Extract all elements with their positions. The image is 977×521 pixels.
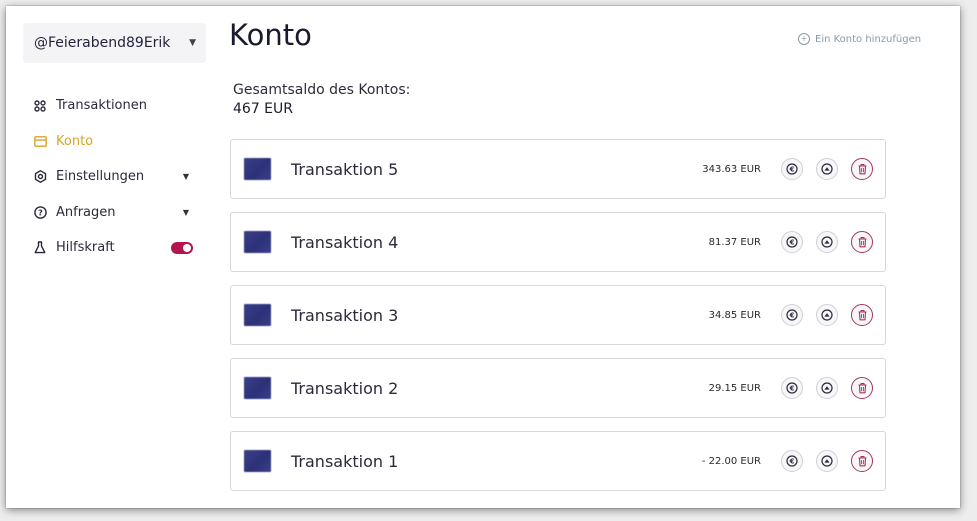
- account-selector[interactable]: @Feierabend89Erik ▼: [23, 23, 206, 63]
- transaction-list: Transaktion 5 343.63 EUR € Transaktion 4…: [230, 139, 886, 504]
- share-button[interactable]: [816, 231, 838, 253]
- delete-button[interactable]: [851, 158, 873, 180]
- account-name: @Feierabend89Erik: [34, 35, 171, 51]
- transaction-amount: 29.15 EUR: [708, 382, 761, 394]
- plus-circle-icon: +: [798, 33, 810, 45]
- transaction-row[interactable]: Transaktion 5 343.63 EUR €: [230, 139, 886, 199]
- sidebar-item-einstellungen[interactable]: Einstellungen ▼: [33, 159, 193, 195]
- transaction-thumbnail: [244, 304, 271, 326]
- sidebar-item-transaktionen[interactable]: Transaktionen: [33, 88, 193, 124]
- share-arrow-icon: [821, 236, 833, 248]
- transaction-row[interactable]: Transaktion 4 81.37 EUR €: [230, 212, 886, 272]
- app-window: @Feierabend89Erik ▼ Transaktionen Konto …: [6, 6, 960, 508]
- sidebar-nav: Transaktionen Konto Einstellungen ▼ ? An…: [33, 88, 193, 266]
- svg-text:€: €: [789, 385, 795, 393]
- trash-icon: [858, 383, 866, 394]
- svg-text:€: €: [789, 312, 795, 320]
- sidebar-item-label: Transaktionen: [56, 98, 147, 114]
- sidebar-item-label: Einstellungen: [56, 169, 145, 185]
- share-button[interactable]: [816, 158, 838, 180]
- transaction-thumbnail: [244, 158, 271, 180]
- sidebar-item-anfragen[interactable]: ? Anfragen ▼: [33, 195, 193, 231]
- add-account-label: Ein Konto hinzufügen: [815, 33, 922, 45]
- svg-text:?: ?: [38, 208, 43, 217]
- transaction-row[interactable]: Transaktion 3 34.85 EUR €: [230, 285, 886, 345]
- chevron-down-icon: ▼: [189, 38, 196, 48]
- account-balance: Gesamtsaldo des Kontos: 467 EUR: [233, 81, 410, 119]
- transaction-row[interactable]: Transaktion 2 29.15 EUR €: [230, 358, 886, 418]
- euro-button[interactable]: €: [781, 158, 803, 180]
- hilfskraft-toggle[interactable]: [171, 241, 193, 254]
- share-button[interactable]: [816, 450, 838, 472]
- transaction-thumbnail: [244, 231, 271, 253]
- euro-button[interactable]: €: [781, 450, 803, 472]
- transaction-name: Transaktion 3: [291, 305, 399, 325]
- euro-button[interactable]: €: [781, 377, 803, 399]
- euro-icon: €: [786, 309, 798, 321]
- transaction-name: Transaktion 5: [291, 159, 399, 179]
- euro-button[interactable]: €: [781, 304, 803, 326]
- svg-text:€: €: [789, 458, 795, 466]
- euro-button[interactable]: €: [781, 231, 803, 253]
- balance-value: 467 EUR: [233, 101, 293, 117]
- share-arrow-icon: [821, 163, 833, 175]
- delete-button[interactable]: [851, 450, 873, 472]
- transaction-name: Transaktion 1: [291, 451, 399, 471]
- transaction-name: Transaktion 2: [291, 378, 399, 398]
- sidebar-item-label: Konto: [56, 133, 94, 149]
- share-arrow-icon: [821, 455, 833, 467]
- add-account-link[interactable]: + Ein Konto hinzufügen: [798, 33, 921, 45]
- svg-text:€: €: [789, 239, 795, 247]
- euro-icon: €: [786, 382, 798, 394]
- transaction-amount: 343.63 EUR: [702, 163, 761, 175]
- transaction-name: Transaktion 4: [291, 232, 399, 252]
- euro-icon: €: [786, 236, 798, 248]
- svg-text:€: €: [789, 166, 795, 174]
- trash-icon: [858, 237, 866, 248]
- question-icon: ?: [33, 205, 47, 219]
- sidebar-item-label: Anfragen: [56, 204, 116, 220]
- euro-icon: €: [786, 163, 798, 175]
- euro-icon: €: [786, 455, 798, 467]
- sidebar-item-konto[interactable]: Konto: [33, 124, 193, 160]
- transaction-amount: 34.85 EUR: [708, 309, 761, 321]
- balance-label: Gesamtsaldo des Kontos:: [233, 82, 411, 98]
- sidebar-item-label: Hilfskraft: [56, 240, 115, 256]
- gear-icon: [33, 170, 47, 184]
- transaction-thumbnail: [244, 377, 271, 399]
- delete-button[interactable]: [851, 304, 873, 326]
- card-icon: [33, 134, 47, 148]
- page-title: Konto: [229, 18, 312, 52]
- share-arrow-icon: [821, 382, 833, 394]
- transaction-amount: - 22.00 EUR: [701, 455, 761, 467]
- delete-button[interactable]: [851, 231, 873, 253]
- share-button[interactable]: [816, 377, 838, 399]
- share-arrow-icon: [821, 309, 833, 321]
- chevron-down-icon[interactable]: ▼: [183, 208, 189, 217]
- flask-icon: [33, 241, 47, 255]
- transaction-thumbnail: [244, 450, 271, 472]
- transaction-row[interactable]: Transaktion 1 - 22.00 EUR €: [230, 431, 886, 491]
- transaction-amount: 81.37 EUR: [708, 236, 761, 248]
- trash-icon: [858, 456, 866, 467]
- trash-icon: [858, 164, 866, 175]
- share-button[interactable]: [816, 304, 838, 326]
- grid-icon: [33, 99, 47, 113]
- trash-icon: [858, 310, 866, 321]
- chevron-down-icon[interactable]: ▼: [183, 172, 189, 181]
- delete-button[interactable]: [851, 377, 873, 399]
- sidebar-item-hilfskraft[interactable]: Hilfskraft: [33, 230, 193, 266]
